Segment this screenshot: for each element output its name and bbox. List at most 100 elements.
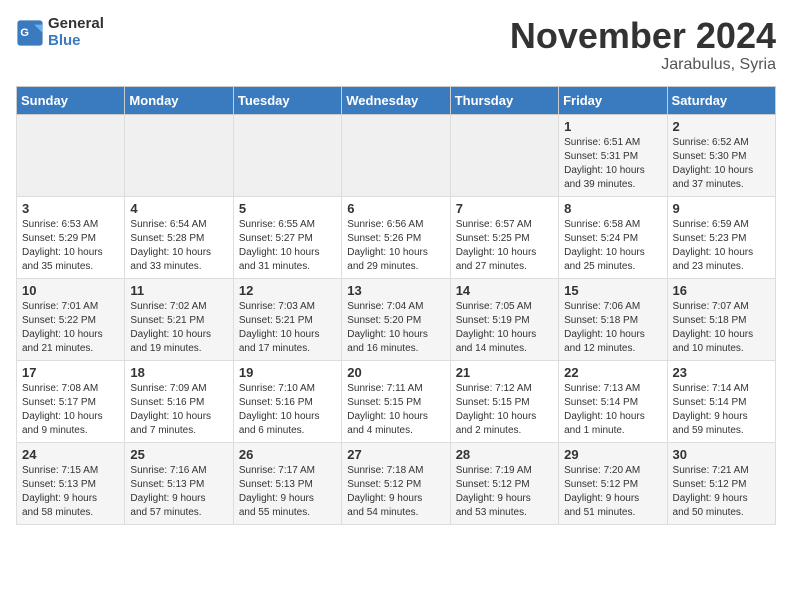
calendar-cell: 27 Sunrise: 7:18 AM Sunset: 5:12 PM Dayli… (342, 442, 450, 524)
logo-text: General Blue (48, 16, 104, 49)
day-info: Sunrise: 7:05 AM Sunset: 5:19 PM Dayligh… (456, 300, 553, 356)
calendar-cell (17, 114, 125, 196)
week-row-2: 3 Sunrise: 6:53 AM Sunset: 5:29 PM Daylig… (17, 196, 776, 278)
calendar-cell: 23 Sunrise: 7:14 AM Sunset: 5:14 PM Dayli… (667, 360, 775, 442)
day-number: 27 (347, 447, 444, 462)
month-title: November 2024 (510, 16, 776, 56)
day-info: Sunrise: 6:58 AM Sunset: 5:24 PM Dayligh… (564, 218, 661, 274)
day-info: Sunrise: 6:53 AM Sunset: 5:29 PM Dayligh… (22, 218, 119, 274)
week-row-3: 10 Sunrise: 7:01 AM Sunset: 5:22 PM Dayli… (17, 278, 776, 360)
logo-blue-text: Blue (48, 33, 104, 50)
calendar-cell: 24 Sunrise: 7:15 AM Sunset: 5:13 PM Dayli… (17, 442, 125, 524)
day-number: 15 (564, 283, 661, 298)
calendar-cell: 17 Sunrise: 7:08 AM Sunset: 5:17 PM Dayli… (17, 360, 125, 442)
day-info: Sunrise: 6:52 AM Sunset: 5:30 PM Dayligh… (673, 136, 770, 192)
day-info: Sunrise: 6:56 AM Sunset: 5:26 PM Dayligh… (347, 218, 444, 274)
week-row-4: 17 Sunrise: 7:08 AM Sunset: 5:17 PM Dayli… (17, 360, 776, 442)
calendar-cell: 10 Sunrise: 7:01 AM Sunset: 5:22 PM Dayli… (17, 278, 125, 360)
day-number: 25 (130, 447, 227, 462)
day-info: Sunrise: 7:08 AM Sunset: 5:17 PM Dayligh… (22, 382, 119, 438)
calendar-cell: 1 Sunrise: 6:51 AM Sunset: 5:31 PM Daylig… (559, 114, 667, 196)
day-info: Sunrise: 7:06 AM Sunset: 5:18 PM Dayligh… (564, 300, 661, 356)
calendar-cell: 18 Sunrise: 7:09 AM Sunset: 5:16 PM Dayli… (125, 360, 233, 442)
location-subtitle: Jarabulus, Syria (510, 56, 776, 74)
calendar-cell: 19Sunrise: 7:10 AM Sunset: 5:16 PM Dayli… (233, 360, 341, 442)
day-info: Sunrise: 6:59 AM Sunset: 5:23 PM Dayligh… (673, 218, 770, 274)
day-number: 28 (456, 447, 553, 462)
logo-general-text: General (48, 16, 104, 33)
day-number: 19 (239, 365, 336, 380)
day-number: 3 (22, 201, 119, 216)
day-info: Sunrise: 7:19 AM Sunset: 5:12 PM Dayligh… (456, 464, 553, 520)
day-info: Sunrise: 6:55 AM Sunset: 5:27 PM Dayligh… (239, 218, 336, 274)
calendar-cell: 12 Sunrise: 7:03 AM Sunset: 5:21 PM Dayli… (233, 278, 341, 360)
day-number: 21 (456, 365, 553, 380)
header-row: SundayMondayTuesdayWednesdayThursdayFrid… (17, 86, 776, 114)
header-day-monday: Monday (125, 86, 233, 114)
calendar-cell: 5Sunrise: 6:55 AM Sunset: 5:27 PM Daylig… (233, 196, 341, 278)
day-number: 12 (239, 283, 336, 298)
day-number: 1 (564, 119, 661, 134)
day-number: 9 (673, 201, 770, 216)
day-info: Sunrise: 7:16 AM Sunset: 5:13 PM Dayligh… (130, 464, 227, 520)
week-row-5: 24 Sunrise: 7:15 AM Sunset: 5:13 PM Dayli… (17, 442, 776, 524)
calendar-body: 1 Sunrise: 6:51 AM Sunset: 5:31 PM Daylig… (17, 114, 776, 524)
day-number: 16 (673, 283, 770, 298)
day-number: 8 (564, 201, 661, 216)
svg-text:G: G (20, 26, 29, 38)
day-number: 29 (564, 447, 661, 462)
logo: G General Blue (16, 16, 104, 49)
calendar-cell: 13Sunrise: 7:04 AM Sunset: 5:20 PM Dayli… (342, 278, 450, 360)
day-info: Sunrise: 7:17 AM Sunset: 5:13 PM Dayligh… (239, 464, 336, 520)
day-info: Sunrise: 7:02 AM Sunset: 5:21 PM Dayligh… (130, 300, 227, 356)
day-number: 26 (239, 447, 336, 462)
header-day-sunday: Sunday (17, 86, 125, 114)
day-info: Sunrise: 7:07 AM Sunset: 5:18 PM Dayligh… (673, 300, 770, 356)
day-number: 4 (130, 201, 227, 216)
header-day-thursday: Thursday (450, 86, 558, 114)
calendar-cell: 20Sunrise: 7:11 AM Sunset: 5:15 PM Dayli… (342, 360, 450, 442)
calendar-cell: 22 Sunrise: 7:13 AM Sunset: 5:14 PM Dayli… (559, 360, 667, 442)
header-day-wednesday: Wednesday (342, 86, 450, 114)
calendar-cell: 11 Sunrise: 7:02 AM Sunset: 5:21 PM Dayli… (125, 278, 233, 360)
day-number: 2 (673, 119, 770, 134)
header-day-saturday: Saturday (667, 86, 775, 114)
day-number: 23 (673, 365, 770, 380)
page-header: G General Blue November 2024 Jarabulus, … (16, 16, 776, 74)
calendar-cell: 8 Sunrise: 6:58 AM Sunset: 5:24 PM Daylig… (559, 196, 667, 278)
calendar-cell (125, 114, 233, 196)
calendar-cell: 28 Sunrise: 7:19 AM Sunset: 5:12 PM Dayli… (450, 442, 558, 524)
day-info: Sunrise: 7:09 AM Sunset: 5:16 PM Dayligh… (130, 382, 227, 438)
calendar-cell (233, 114, 341, 196)
day-number: 20 (347, 365, 444, 380)
title-block: November 2024 Jarabulus, Syria (510, 16, 776, 74)
calendar-cell: 15 Sunrise: 7:06 AM Sunset: 5:18 PM Dayli… (559, 278, 667, 360)
header-day-tuesday: Tuesday (233, 86, 341, 114)
calendar-cell: 25 Sunrise: 7:16 AM Sunset: 5:13 PM Dayli… (125, 442, 233, 524)
logo-icon: G (16, 19, 44, 47)
day-info: Sunrise: 7:03 AM Sunset: 5:21 PM Dayligh… (239, 300, 336, 356)
day-info: Sunrise: 7:21 AM Sunset: 5:12 PM Dayligh… (673, 464, 770, 520)
day-number: 6 (347, 201, 444, 216)
day-info: Sunrise: 7:20 AM Sunset: 5:12 PM Dayligh… (564, 464, 661, 520)
day-info: Sunrise: 7:14 AM Sunset: 5:14 PM Dayligh… (673, 382, 770, 438)
day-info: Sunrise: 7:13 AM Sunset: 5:14 PM Dayligh… (564, 382, 661, 438)
calendar-cell: 2 Sunrise: 6:52 AM Sunset: 5:30 PM Daylig… (667, 114, 775, 196)
calendar-cell: 26 Sunrise: 7:17 AM Sunset: 5:13 PM Dayli… (233, 442, 341, 524)
day-info: Sunrise: 6:51 AM Sunset: 5:31 PM Dayligh… (564, 136, 661, 192)
calendar-cell: 14Sunrise: 7:05 AM Sunset: 5:19 PM Dayli… (450, 278, 558, 360)
calendar-cell: 7Sunrise: 6:57 AM Sunset: 5:25 PM Daylig… (450, 196, 558, 278)
day-info: Sunrise: 7:18 AM Sunset: 5:12 PM Dayligh… (347, 464, 444, 520)
day-number: 24 (22, 447, 119, 462)
day-number: 18 (130, 365, 227, 380)
header-day-friday: Friday (559, 86, 667, 114)
day-info: Sunrise: 7:15 AM Sunset: 5:13 PM Dayligh… (22, 464, 119, 520)
day-number: 11 (130, 283, 227, 298)
day-info: Sunrise: 7:01 AM Sunset: 5:22 PM Dayligh… (22, 300, 119, 356)
day-number: 10 (22, 283, 119, 298)
day-number: 22 (564, 365, 661, 380)
day-number: 30 (673, 447, 770, 462)
calendar-cell: 30 Sunrise: 7:21 AM Sunset: 5:12 PM Dayli… (667, 442, 775, 524)
day-info: Sunrise: 7:04 AM Sunset: 5:20 PM Dayligh… (347, 300, 444, 356)
day-number: 17 (22, 365, 119, 380)
